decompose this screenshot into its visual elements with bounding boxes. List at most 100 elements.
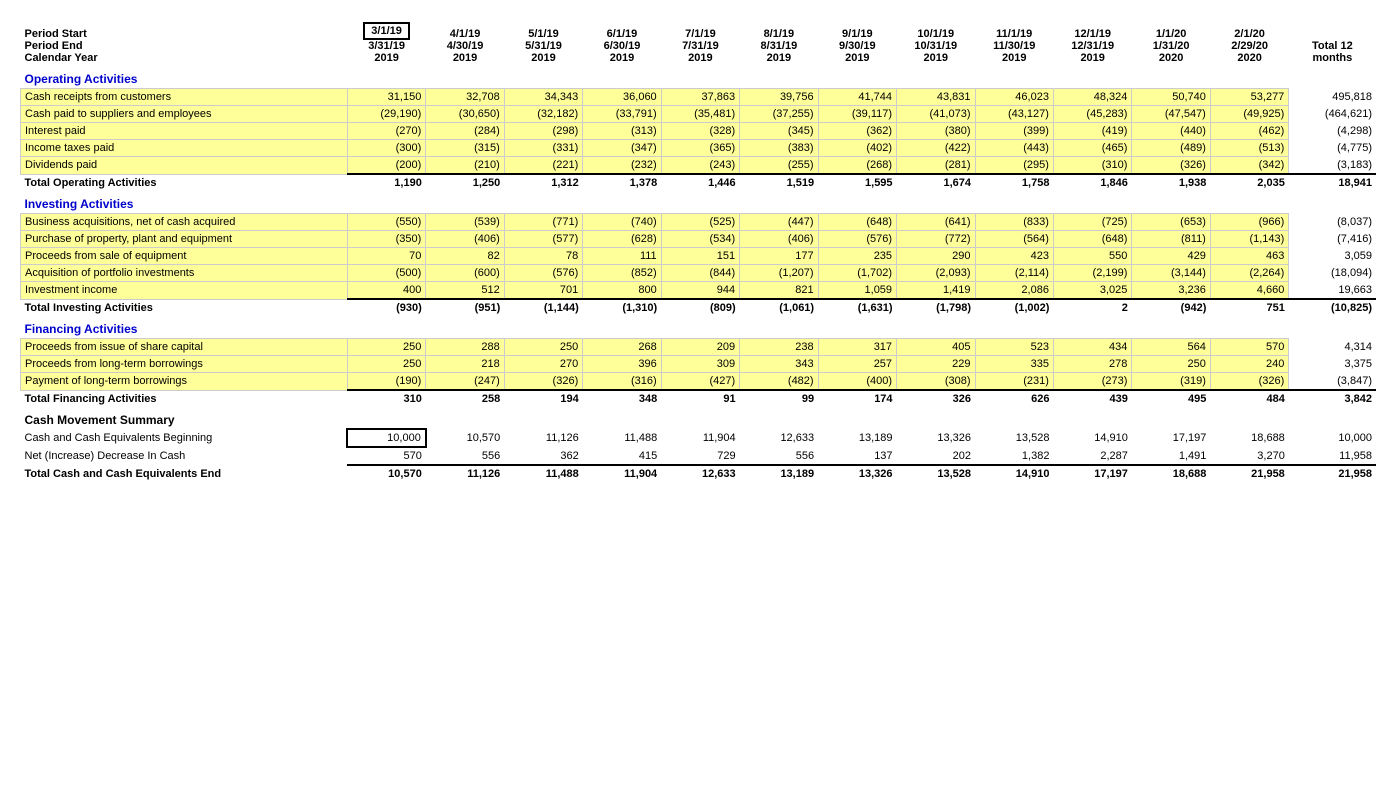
cell: 250	[1132, 356, 1210, 373]
cell: 91	[661, 390, 739, 407]
cell: 41,744	[818, 89, 896, 106]
cell: 48,324	[1053, 89, 1131, 106]
cell: 235	[818, 248, 896, 265]
cell: 32,708	[426, 89, 504, 106]
cell: 258	[426, 390, 504, 407]
cell: 137	[818, 447, 896, 465]
cell: 729	[661, 447, 739, 465]
cell: 13,326	[818, 465, 896, 482]
cell: 317	[818, 339, 896, 356]
cell: (422)	[897, 140, 975, 157]
cell: (951)	[426, 299, 504, 316]
cell: 429	[1132, 248, 1210, 265]
cell: (231)	[975, 373, 1053, 391]
cell: (1,207)	[740, 265, 818, 282]
cell: 11,126	[504, 429, 582, 447]
cell-total: (10,825)	[1289, 299, 1376, 316]
table-row: Acquisition of portfolio investments (50…	[21, 265, 1377, 282]
cell: (525)	[661, 214, 739, 231]
cell: 821	[740, 282, 818, 300]
cell-total: (7,416)	[1289, 231, 1376, 248]
cell: (29,190)	[347, 106, 425, 123]
cell: 556	[426, 447, 504, 465]
cell: 37,863	[661, 89, 739, 106]
cell: (564)	[975, 231, 1053, 248]
cell: (47,547)	[1132, 106, 1210, 123]
cell: 17,197	[1132, 429, 1210, 447]
cell: (2,199)	[1053, 265, 1131, 282]
cell: (39,117)	[818, 106, 896, 123]
cell: 1,595	[818, 174, 896, 191]
investing-section-label: Investing Activities	[21, 191, 348, 214]
row-label-income-taxes: Income taxes paid	[21, 140, 348, 157]
cell: 1,938	[1132, 174, 1210, 191]
cell: 556	[740, 447, 818, 465]
total-financing-row: Total Financing Activities 310 258 194 3…	[21, 390, 1377, 407]
cell-total: (18,094)	[1289, 265, 1376, 282]
cell: (221)	[504, 157, 582, 175]
cell: 484	[1210, 390, 1288, 407]
cell: (576)	[504, 265, 582, 282]
cell: (200)	[347, 157, 425, 175]
cell: (513)	[1210, 140, 1288, 157]
cell: 209	[661, 339, 739, 356]
table-row: Investment income 400 512 701 800 944 82…	[21, 282, 1377, 300]
cell: (342)	[1210, 157, 1288, 175]
col-header-12: 2/1/20 2/29/20 2020	[1210, 20, 1288, 66]
cell: 250	[347, 339, 425, 356]
cell: 250	[504, 339, 582, 356]
cell: (740)	[583, 214, 661, 231]
cell: 13,189	[740, 465, 818, 482]
table-row: Proceeds from long-term borrowings 250 2…	[21, 356, 1377, 373]
cell: 2	[1053, 299, 1131, 316]
cell: 13,326	[897, 429, 975, 447]
table-row: Income taxes paid (300) (315) (331) (347…	[21, 140, 1377, 157]
cell: (406)	[740, 231, 818, 248]
cell: (308)	[897, 373, 975, 391]
operating-section-label: Operating Activities	[21, 66, 348, 89]
cell: 229	[897, 356, 975, 373]
cell: 43,831	[897, 89, 975, 106]
cell: 626	[975, 390, 1053, 407]
row-label-investment-income: Investment income	[21, 282, 348, 300]
cell: (3,144)	[1132, 265, 1210, 282]
cell: (313)	[583, 123, 661, 140]
cell: 10,570	[426, 429, 504, 447]
cell: (577)	[504, 231, 582, 248]
cell: (1,631)	[818, 299, 896, 316]
cell: 218	[426, 356, 504, 373]
cash-summary-header: Cash Movement Summary	[21, 407, 1377, 429]
cell: 18,688	[1210, 429, 1288, 447]
cell: (383)	[740, 140, 818, 157]
cell: (345)	[740, 123, 818, 140]
table-row: Cash and Cash Equivalents Beginning 10,0…	[21, 429, 1377, 447]
cell: 278	[1053, 356, 1131, 373]
cell: (1,310)	[583, 299, 661, 316]
cell: (844)	[661, 265, 739, 282]
cell-total: (4,298)	[1289, 123, 1376, 140]
cell: (41,073)	[897, 106, 975, 123]
cell: (190)	[347, 373, 425, 391]
row-label-business-acq: Business acquisitions, net of cash acqui…	[21, 214, 348, 231]
cell: 11,904	[583, 465, 661, 482]
cell: 17,197	[1053, 465, 1131, 482]
cell: (1,061)	[740, 299, 818, 316]
cell: 415	[583, 447, 661, 465]
cell: 400	[347, 282, 425, 300]
table-row: Proceeds from sale of equipment 70 82 78…	[21, 248, 1377, 265]
cell: 2,035	[1210, 174, 1288, 191]
col-header-9: 11/1/19 11/30/19 2019	[975, 20, 1053, 66]
cell: 405	[897, 339, 975, 356]
cell: (2,264)	[1210, 265, 1288, 282]
cell: 46,023	[975, 89, 1053, 106]
cell: 13,528	[975, 429, 1053, 447]
cell: (641)	[897, 214, 975, 231]
cell: 21,958	[1210, 465, 1288, 482]
cell: (331)	[504, 140, 582, 157]
cell: 564	[1132, 339, 1210, 356]
cell: 751	[1210, 299, 1288, 316]
cell: 434	[1053, 339, 1131, 356]
cell: 238	[740, 339, 818, 356]
row-label-proceeds-borrowings: Proceeds from long-term borrowings	[21, 356, 348, 373]
cell: 11,488	[583, 429, 661, 447]
